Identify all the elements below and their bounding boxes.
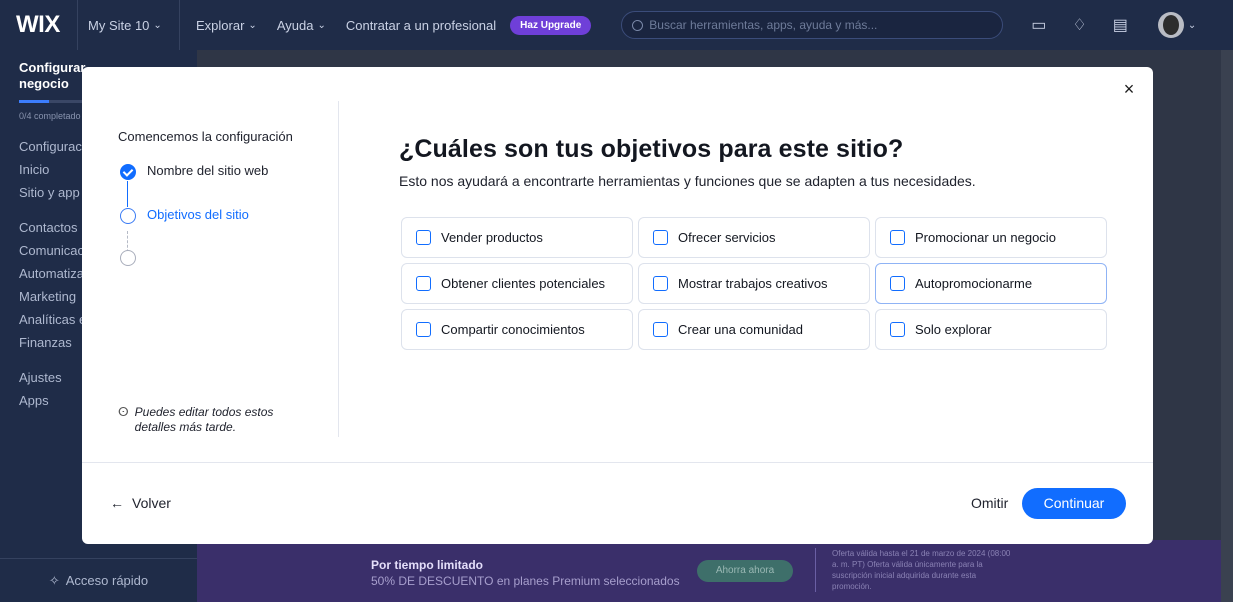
site-switcher[interactable]: My Site 10 ⌄ xyxy=(78,0,180,50)
chevron-down-icon: ⌄ xyxy=(317,19,326,31)
checkbox[interactable] xyxy=(653,276,668,291)
option-label: Vender productos xyxy=(441,230,543,245)
goals-options-grid: Vender productos Ofrecer servicios Promo… xyxy=(401,217,1107,350)
step-site-name[interactable]: Nombre del sitio web xyxy=(120,163,268,180)
back-button[interactable]: ← Volver xyxy=(110,495,171,511)
chevron-down-icon: ⌄ xyxy=(248,19,257,31)
lightbulb-icon: ⵙ xyxy=(118,405,129,419)
checkbox[interactable] xyxy=(416,276,431,291)
pending-step-icon xyxy=(120,250,136,266)
step-site-goals[interactable]: Objetivos del sitio xyxy=(120,207,249,224)
checkbox[interactable] xyxy=(890,322,905,337)
nav-explorar-label: Explorar xyxy=(196,17,245,33)
step-label: Nombre del sitio web xyxy=(147,163,269,178)
quick-access-label: Acceso rápido xyxy=(65,573,149,588)
checkbox[interactable] xyxy=(416,322,431,337)
option-self-promotion[interactable]: Autopromocionarme xyxy=(875,263,1107,304)
option-sell-products[interactable]: Vender productos xyxy=(401,217,633,258)
step-label: Objetivos del sitio xyxy=(147,207,249,222)
quick-access-button[interactable]: ✧ Acceso rápido xyxy=(0,558,197,602)
check-icon xyxy=(120,164,136,180)
option-promote-business[interactable]: Promocionar un negocio xyxy=(875,217,1107,258)
steps-title: Comencemos la configuración xyxy=(118,129,293,144)
question-title: ¿Cuáles son tus objetivos para este siti… xyxy=(399,135,904,163)
nav-hire-pro[interactable]: Contratar a un profesional xyxy=(336,18,506,33)
site-name: My Site 10 xyxy=(88,17,150,33)
option-label: Mostrar trabajos creativos xyxy=(678,276,828,291)
nav-ayuda-label: Ayuda xyxy=(276,17,314,33)
current-step-icon xyxy=(120,208,136,224)
search-input[interactable] xyxy=(649,18,980,32)
option-build-community[interactable]: Crear una comunidad xyxy=(638,309,870,350)
checkbox[interactable] xyxy=(890,276,905,291)
top-bar: WIX My Site 10 ⌄ Explorar ⌄ Ayuda ⌄ Cont… xyxy=(0,0,1233,50)
search-bar[interactable] xyxy=(621,11,1004,39)
setup-modal: × Comencemos la configuración Nombre del… xyxy=(82,67,1153,544)
step-next xyxy=(120,249,136,266)
close-icon[interactable]: × xyxy=(1119,79,1139,100)
promo-fine-print: Oferta válida hasta el 21 de marzo de 20… xyxy=(815,548,1015,592)
steps-panel: Comencemos la configuración Nombre del s… xyxy=(82,101,339,437)
step-connector xyxy=(127,181,128,207)
checkbox[interactable] xyxy=(416,230,431,245)
question-subtitle: Esto nos ayudará a encontrarte herramien… xyxy=(399,173,976,189)
back-label: Volver xyxy=(132,495,171,511)
promo-banner: Por tiempo limitado 50% DE DESCUENTO en … xyxy=(197,540,1221,602)
avatar[interactable] xyxy=(1157,12,1184,38)
option-label: Autopromocionarme xyxy=(915,276,1033,291)
option-label: Obtener clientes potenciales xyxy=(441,276,606,291)
chevron-down-icon[interactable]: ⌄ xyxy=(1188,20,1196,31)
option-get-leads[interactable]: Obtener clientes potenciales xyxy=(401,263,633,304)
edit-later-tip: ⵙ Puedes editar todos estos detalles más… xyxy=(118,405,285,435)
promo-subtitle: 50% DE DESCUENTO en planes Premium selec… xyxy=(371,574,680,588)
promo-title: Por tiempo limitado xyxy=(371,558,484,572)
option-label: Compartir conocimientos xyxy=(441,322,585,337)
arrow-left-icon: ← xyxy=(110,495,124,511)
nav-ayuda[interactable]: Ayuda ⌄ xyxy=(267,18,336,33)
upgrade-button[interactable]: Haz Upgrade xyxy=(510,15,592,35)
chat-icon[interactable]: ▭ xyxy=(1031,15,1046,35)
option-label: Promocionar un negocio xyxy=(915,230,1056,245)
search-icon xyxy=(632,19,644,31)
promo-save-button[interactable]: Ahorra ahora xyxy=(697,560,793,582)
chevron-down-icon: ⌄ xyxy=(153,19,162,31)
top-icons: ▭ ♢ ▤ xyxy=(1031,15,1128,35)
sparkle-icon: ✧ xyxy=(48,572,60,588)
checkbox[interactable] xyxy=(653,322,668,337)
option-label: Solo explorar xyxy=(915,322,992,337)
bell-icon[interactable]: ♢ xyxy=(1072,15,1086,35)
skip-button[interactable]: Omitir xyxy=(971,495,1008,511)
option-just-explore[interactable]: Solo explorar xyxy=(875,309,1107,350)
option-offer-services[interactable]: Ofrecer servicios xyxy=(638,217,870,258)
tip-text: Puedes editar todos estos detalles más t… xyxy=(134,405,274,434)
option-show-creative-work[interactable]: Mostrar trabajos creativos xyxy=(638,263,870,304)
option-share-knowledge[interactable]: Compartir conocimientos xyxy=(401,309,633,350)
footer-divider xyxy=(82,462,1153,463)
scrollbar[interactable] xyxy=(1221,50,1233,602)
checkbox[interactable] xyxy=(890,230,905,245)
option-label: Ofrecer servicios xyxy=(678,230,776,245)
option-label: Crear una comunidad xyxy=(678,322,804,337)
wix-logo[interactable]: WIX xyxy=(0,0,78,50)
checkbox[interactable] xyxy=(653,230,668,245)
continue-button[interactable]: Continuar xyxy=(1022,488,1126,519)
news-icon[interactable]: ▤ xyxy=(1113,15,1128,35)
nav-explorar[interactable]: Explorar ⌄ xyxy=(186,18,267,33)
